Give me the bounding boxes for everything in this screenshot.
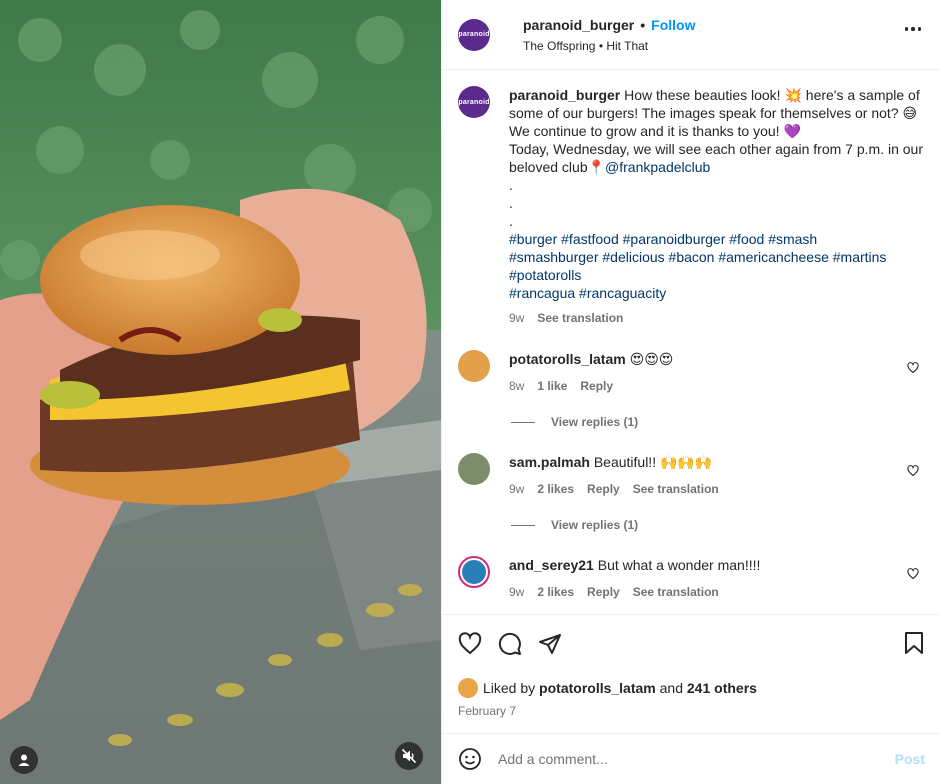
instagram-post-modal: paranoid paranoid_burger • Follow The Of… [0,0,939,784]
likes-and: and [659,680,683,696]
caption-text-3: Today, Wednesday, we will see each other… [509,141,923,175]
view-replies-label[interactable]: View replies (1) [551,415,638,429]
post-side-panel: paranoid paranoid_burger • Follow The Of… [441,0,939,784]
commenter-avatar[interactable] [458,453,490,485]
caption-hashtags-3[interactable]: #potatorolls [509,266,923,284]
comment-time[interactable]: 9w [509,583,524,601]
caption-hashtags-4[interactable]: #rancagua #rancaguacity [509,284,923,302]
caption-text-2: We continue to grow and it is thanks to … [509,123,801,139]
comment-text: 😍😍😍 [629,351,674,367]
likes-summary: Liked by potatorolls_latam and 241 other… [442,678,939,698]
author-avatar[interactable]: paranoid [458,18,490,51]
liker-username[interactable]: potatorolls_latam [539,680,656,696]
comment-likes[interactable]: 1 like [537,377,567,395]
view-replies[interactable]: View replies (1) [511,415,923,429]
see-translation-link[interactable]: See translation [633,583,719,601]
caption-dot: . [509,195,513,211]
post-media[interactable] [0,0,441,784]
post-header: paranoid paranoid_burger • Follow The Of… [442,0,939,70]
view-replies[interactable]: View replies (1) [511,518,923,532]
post-date[interactable]: February 7 [442,704,939,720]
heart-icon[interactable] [907,362,919,374]
caption: paranoid paranoid_burger How these beaut… [458,86,923,327]
comment: and_serey21 But what a wonder man!!!! 9w… [458,556,923,601]
avatar-text: paranoid [458,98,490,106]
bookmark-icon[interactable] [903,631,925,655]
replies-line [511,524,535,526]
caption-hashtags-1[interactable]: #burger #fastfood #paranoidburger #food … [509,230,923,248]
caption-dot: . [509,177,513,193]
comment-username[interactable]: potatorolls_latam [509,351,626,367]
separator-dot: • [640,16,646,33]
caption-username[interactable]: paranoid_burger [509,87,620,103]
mute-icon [401,748,417,764]
heart-icon[interactable] [458,631,482,656]
comments-section: paranoid paranoid_burger How these beaut… [442,70,939,614]
comment: sam.palmah Beautiful!! 🙌🙌🙌 9w 2 likes Re… [458,453,923,498]
heart-icon[interactable] [907,568,919,580]
commenter-avatar[interactable] [458,350,490,382]
action-bar [442,614,939,672]
commenter-avatar[interactable] [458,556,490,588]
likes-prefix: Liked by [483,680,536,696]
replies-line [511,421,535,423]
view-replies-label[interactable]: View replies (1) [551,518,638,532]
share-icon[interactable] [538,632,562,656]
comment-username[interactable]: sam.palmah [509,454,590,470]
follow-button[interactable]: Follow [651,17,695,33]
caption-hashtags-2[interactable]: #smashburger #delicious #bacon #american… [509,248,923,266]
comment-input[interactable]: Add a comment... [498,751,608,767]
author-username[interactable]: paranoid_burger [523,17,634,33]
audio-track[interactable]: The Offspring • Hit That [523,39,695,53]
likes-others[interactable]: 241 others [687,680,757,696]
caption-avatar[interactable]: paranoid [458,86,490,118]
comment-likes[interactable]: 2 likes [537,583,574,601]
user-tag-icon [18,754,30,766]
reply-button[interactable]: Reply [587,583,620,601]
caption-mention[interactable]: @frankpadelclub [605,159,710,175]
see-translation-link[interactable]: See translation [537,309,623,327]
liker-avatar[interactable] [458,678,478,698]
reply-button[interactable]: Reply [580,377,613,395]
more-icon[interactable] [904,27,921,31]
see-translation-link[interactable]: See translation [633,480,719,498]
comment-likes[interactable]: 2 likes [537,480,574,498]
caption-time[interactable]: 9w [509,309,524,327]
mute-button[interactable] [395,742,423,770]
comment-text: But what a wonder man!!!! [597,557,761,573]
caption-dot: . [509,213,513,229]
add-comment-bar: Add a comment... Post [442,733,939,784]
reply-button[interactable]: Reply [587,480,620,498]
user-tag-button[interactable] [10,746,38,774]
burger-photo [0,0,441,784]
emoji-icon[interactable] [458,747,482,771]
comment-username[interactable]: and_serey21 [509,557,594,573]
heart-icon[interactable] [907,465,919,477]
comment-time[interactable]: 8w [509,377,524,395]
header-names: paranoid_burger • Follow The Offspring •… [523,17,695,53]
post-button[interactable]: Post [895,751,925,767]
comment: potatorolls_latam 😍😍😍 8w 1 like Reply [458,350,923,395]
comment-icon[interactable] [498,632,522,656]
avatar-text: paranoid [458,31,490,38]
comment-time[interactable]: 9w [509,480,524,498]
comment-text: Beautiful!! 🙌🙌🙌 [593,454,713,470]
